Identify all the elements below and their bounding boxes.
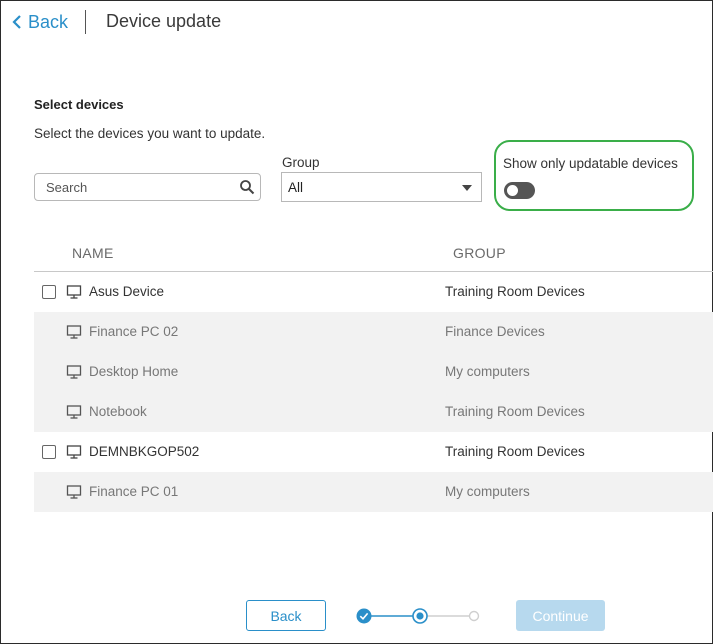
page-title: Device update (106, 11, 222, 31)
monitor-icon (66, 445, 82, 459)
updatable-only-toggle[interactable] (504, 182, 535, 199)
search-input[interactable] (46, 179, 236, 196)
group-filter-label: Group (282, 155, 320, 170)
caret-down-icon (462, 185, 472, 191)
header-back-link[interactable]: Back (12, 11, 68, 33)
search-icon[interactable] (239, 179, 255, 195)
table-row: Desktop Home My computers (34, 352, 713, 392)
table-row: Finance PC 02 Finance Devices (34, 312, 713, 352)
wizard-stepper (356, 608, 480, 624)
monitor-icon (66, 285, 82, 299)
monitor-icon (66, 325, 82, 339)
column-header-name[interactable]: NAME (72, 245, 114, 261)
table-header: NAME GROUP (34, 232, 713, 272)
toggle-knob (507, 185, 518, 196)
device-name: Finance PC 01 (89, 484, 179, 499)
table-row[interactable]: Asus Device Training Room Devices (34, 272, 713, 312)
monitor-icon (66, 365, 82, 379)
step-pending-indicator (468, 610, 480, 622)
device-group: My computers (445, 364, 530, 379)
updatable-filter-highlight: Show only updatable devices (494, 140, 694, 211)
device-name: Finance PC 02 (89, 324, 179, 339)
chevron-left-icon (12, 15, 21, 29)
monitor-icon (66, 405, 82, 419)
device-group: Training Room Devices (445, 284, 585, 299)
search-box (34, 173, 261, 201)
continue-button[interactable]: Continue (516, 600, 605, 631)
device-name: DEMNBKGOP502 (89, 444, 200, 459)
step-current-indicator (412, 608, 428, 624)
header-back-label: Back (28, 11, 69, 32)
device-group: Training Room Devices (445, 444, 585, 459)
device-name: Asus Device (89, 284, 165, 299)
device-name: Desktop Home (89, 364, 179, 379)
device-group: My computers (445, 484, 530, 499)
section-description: Select the devices you want to update. (34, 126, 266, 141)
devices-table: NAME GROUP Asus Device Training Room Dev… (34, 232, 713, 512)
table-row: Finance PC 01 My computers (34, 472, 713, 512)
row-checkbox[interactable] (42, 285, 56, 299)
step-complete-icon (356, 608, 372, 624)
column-header-group[interactable]: GROUP (453, 245, 506, 261)
table-row: Notebook Training Room Devices (34, 392, 713, 432)
updatable-filter-label: Show only updatable devices (503, 156, 678, 171)
device-group: Finance Devices (445, 324, 545, 339)
group-select-value: All (288, 180, 304, 195)
header-divider (85, 10, 86, 34)
device-group: Training Room Devices (445, 404, 585, 419)
monitor-icon (66, 485, 82, 499)
table-row[interactable]: DEMNBKGOP502 Training Room Devices (34, 432, 713, 472)
group-select[interactable]: All (281, 172, 482, 202)
device-name: Notebook (89, 404, 147, 419)
row-checkbox[interactable] (42, 445, 56, 459)
section-title: Select devices (34, 97, 124, 112)
back-button[interactable]: Back (246, 600, 326, 631)
